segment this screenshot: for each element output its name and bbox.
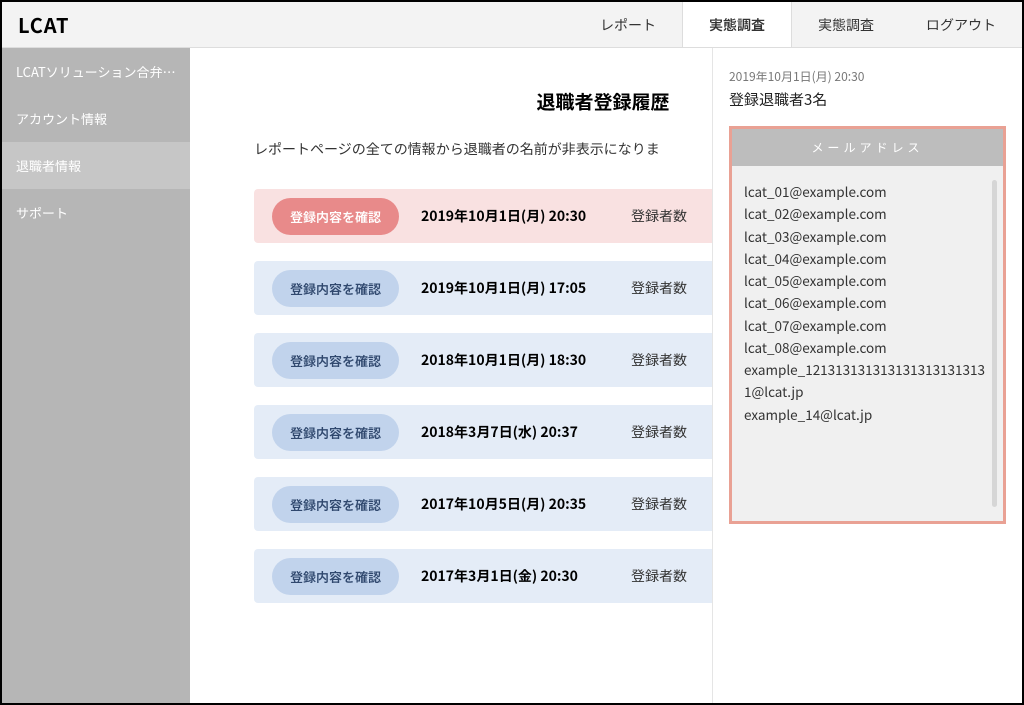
- history-date: 2017年3月1日(金) 20:30: [421, 566, 631, 586]
- confirm-button[interactable]: 登録内容を確認: [272, 342, 399, 379]
- history-count-label: 登録者数: [631, 566, 687, 586]
- confirm-button[interactable]: 登録内容を確認: [272, 486, 399, 523]
- scrollbar[interactable]: [992, 180, 997, 507]
- email-item: lcat_01@example.com: [744, 180, 991, 202]
- history-count-label: 登録者数: [631, 494, 687, 514]
- history-date: 2019年10月1日(月) 17:05: [421, 278, 631, 298]
- history-date: 2017年10月5日(月) 20:35: [421, 494, 631, 514]
- app-logo: LCAT: [2, 2, 190, 47]
- sidebar-item-retiree[interactable]: 退職者情報: [2, 142, 190, 189]
- email-item: lcat_08@example.com: [744, 336, 991, 358]
- email-item: lcat_02@example.com: [744, 202, 991, 224]
- nav-logout[interactable]: ログアウト: [900, 2, 1022, 47]
- panel-meta-title: 登録退職者3名: [729, 89, 1006, 110]
- history-count-label: 登録者数: [631, 350, 687, 370]
- side-panel: 2019年10月1日(月) 20:30 登録退職者3名 メールアドレス lcat…: [712, 48, 1022, 703]
- nav-report[interactable]: レポート: [574, 2, 682, 47]
- history-date: 2018年3月7日(水) 20:37: [421, 422, 631, 442]
- header-spacer: [190, 2, 574, 47]
- history-count-label: 登録者数: [631, 278, 687, 298]
- confirm-button[interactable]: 登録内容を確認: [272, 414, 399, 451]
- history-count-label: 登録者数: [631, 422, 687, 442]
- nav-survey-active[interactable]: 実態調査: [682, 2, 792, 47]
- email-item: example_14@lcat.jp: [744, 403, 991, 425]
- email-item: lcat_04@example.com: [744, 247, 991, 269]
- panel-meta-date: 2019年10月1日(月) 20:30: [729, 68, 1006, 85]
- history-count-label: 登録者数: [631, 206, 687, 226]
- confirm-button[interactable]: 登録内容を確認: [272, 270, 399, 307]
- sidebar-item-account[interactable]: アカウント情報: [2, 95, 190, 142]
- confirm-button[interactable]: 登録内容を確認: [272, 558, 399, 595]
- history-date: 2018年10月1日(月) 18:30: [421, 350, 631, 370]
- confirm-button[interactable]: 登録内容を確認: [272, 198, 399, 235]
- sidebar: LCATソリューション合弁会… アカウント情報 退職者情報 サポート: [2, 48, 190, 703]
- email-item: lcat_03@example.com: [744, 225, 991, 247]
- nav-survey[interactable]: 実態調査: [792, 2, 900, 47]
- email-item: lcat_06@example.com: [744, 291, 991, 313]
- panel-card: メールアドレス lcat_01@example.com lcat_02@exam…: [729, 126, 1006, 524]
- history-date: 2019年10月1日(月) 20:30: [421, 206, 631, 226]
- sidebar-item-company[interactable]: LCATソリューション合弁会…: [2, 48, 190, 95]
- panel-card-header: メールアドレス: [732, 129, 1003, 166]
- sidebar-item-support[interactable]: サポート: [2, 189, 190, 236]
- email-item: example_1213131313131313131313131@lcat.j…: [744, 358, 991, 403]
- email-item: lcat_05@example.com: [744, 269, 991, 291]
- header: LCAT レポート 実態調査 実態調査 ログアウト: [2, 2, 1022, 48]
- email-item: lcat_07@example.com: [744, 314, 991, 336]
- panel-card-body: lcat_01@example.com lcat_02@example.com …: [732, 166, 1003, 521]
- app-frame: LCAT レポート 実態調査 実態調査 ログアウト LCATソリューション合弁会…: [0, 0, 1024, 705]
